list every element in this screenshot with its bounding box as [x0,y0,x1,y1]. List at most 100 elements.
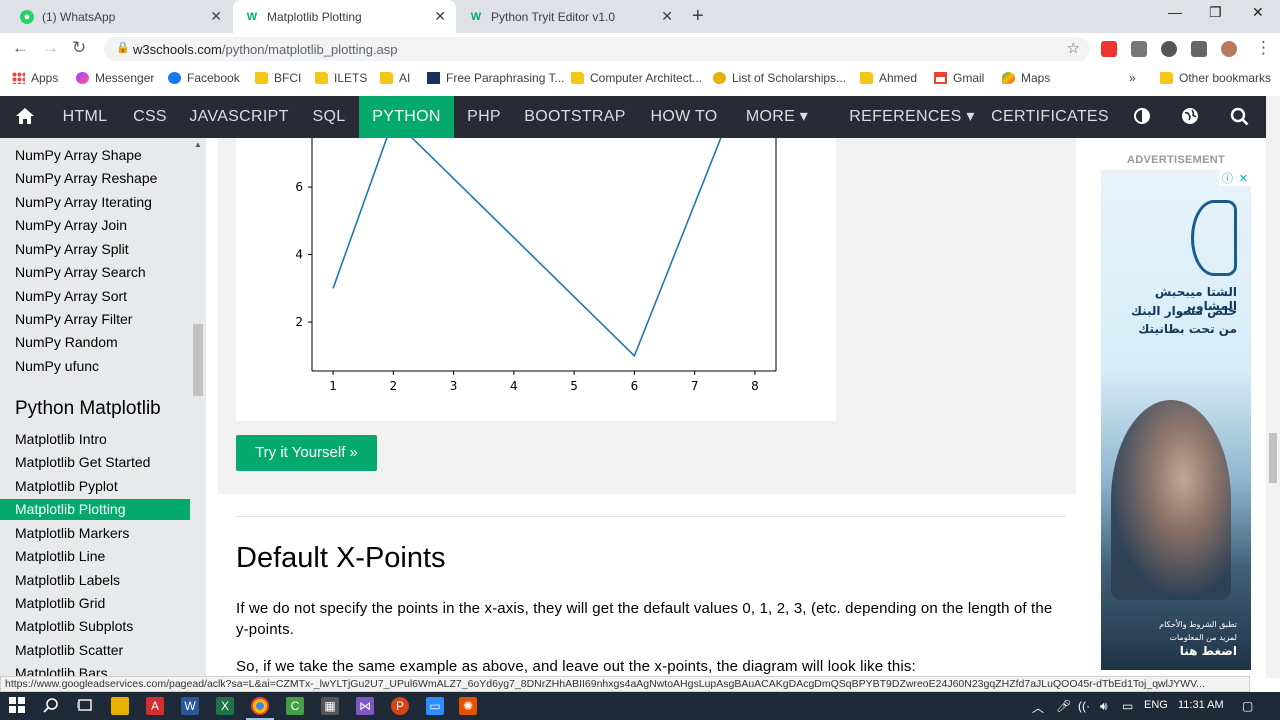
nav-css[interactable]: CSS [122,96,178,138]
bookmark-ilets[interactable]: ILETS [315,71,367,85]
nav-more[interactable]: MORE ▾ [735,96,819,138]
nav-bootstrap[interactable]: BOOTSTRAP [518,96,632,138]
sidebar-item-numpy-array-split[interactable]: NumPy Array Split [0,239,190,260]
close-icon[interactable]: ✕ [210,8,222,25]
bookmarks-overflow-button[interactable]: » [1129,71,1136,85]
close-icon[interactable]: ✕ [1239,172,1248,185]
bookmark-gmail[interactable]: Gmail [934,71,984,85]
nav-python[interactable]: PYTHON [359,96,454,138]
advertisement[interactable]: الشتا ميبحبش المشاوير خلص مشوار البنك من… [1101,170,1251,670]
sidebar-item-numpy-array-filter[interactable]: NumPy Array Filter [0,309,190,330]
sidebar-item-matplotlib-scatter[interactable]: Matplotlib Scatter [0,640,190,661]
notifications-icon[interactable]: ▢ [1242,699,1253,713]
tab-matplotlib-plotting[interactable]: W Matplotlib Plotting ✕ [233,0,456,33]
reload-button[interactable]: ↻ [72,38,86,58]
sidebar-item-numpy-array-search[interactable]: NumPy Array Search [0,262,190,283]
microphone-icon[interactable]: 🎤︎ [1056,699,1071,713]
bookmark-star-icon[interactable]: ☆ [1067,39,1080,57]
bookmark-ai[interactable]: AI [380,71,410,85]
battery-icon[interactable]: ▭ [1122,699,1133,713]
sidebar-item-matplotlib-grid[interactable]: Matplotlib Grid [0,593,190,614]
task-view-icon[interactable] [76,697,94,715]
word-icon[interactable]: W [181,697,199,715]
nav-how-to[interactable]: HOW TO [640,96,728,138]
tab-tryit-editor[interactable]: W Python Tryit Editor v1.0 ✕ [457,0,683,33]
sidebar-scrollbar-thumb[interactable] [193,324,203,396]
sidebar-item-numpy-ufunc[interactable]: NumPy ufunc [0,356,190,377]
visual-studio-icon[interactable]: ⋈ [356,697,374,715]
bookmark-ahmed[interactable]: Ahmed [860,71,917,85]
nav-javascript[interactable]: JAVASCRIPT [182,96,296,138]
download-icon[interactable] [1131,41,1147,57]
bookmark-computer-architecture[interactable]: Computer Architect... [571,71,702,85]
dark-mode-icon[interactable] [1133,107,1151,130]
nav-sql[interactable]: SQL [300,96,358,138]
language-indicator[interactable]: ENG [1144,699,1168,711]
close-icon[interactable]: ✕ [434,8,446,25]
menu-kebab-icon[interactable]: ⋮ [1255,38,1272,58]
search-icon[interactable] [1230,107,1249,131]
file-explorer-icon[interactable] [111,697,129,715]
bookmark-apps[interactable]: Apps [12,71,58,85]
bookmark-maps[interactable]: Maps [1002,71,1050,85]
sidebar-item-matplotlib-pyplot[interactable]: Matplotlib Pyplot [0,476,190,497]
sidebar-item-numpy-array-sort[interactable]: NumPy Array Sort [0,286,190,307]
extension-icon[interactable] [1101,41,1117,57]
globe-icon[interactable] [1181,107,1199,130]
powerpoint-icon[interactable]: P [391,697,409,715]
new-tab-button[interactable]: + [692,5,704,28]
code-editor-icon[interactable]: C [286,697,304,715]
avatar[interactable] [1221,41,1237,57]
sidebar-item-numpy-random[interactable]: NumPy Random [0,332,190,353]
nav-php[interactable]: PHP [457,96,511,138]
sidebar-item-matplotlib-markers[interactable]: Matplotlib Markers [0,523,190,544]
address-bar[interactable]: 🔒 w3schools.com/python/matplotlib_plotti… [104,37,1090,61]
screen-recorder-icon[interactable]: ✺ [459,697,477,715]
other-bookmarks[interactable]: Other bookmarks [1160,71,1271,85]
ad-choices[interactable]: ⓘ ✕ [1219,170,1251,186]
sidebar-item-numpy-array-iterating[interactable]: NumPy Array Iterating [0,192,190,213]
sidebar-item-matplotlib-subplots[interactable]: Matplotlib Subplots [0,616,190,637]
ad-cta[interactable]: اضغط هنا [1180,644,1237,658]
back-button[interactable]: ← [12,38,29,58]
nav-certificates[interactable]: CERTIFICATES [987,96,1113,138]
sidebar-item-numpy-array-reshape[interactable]: NumPy Array Reshape [0,168,190,189]
chrome-icon[interactable] [251,697,269,715]
sidebar-item-matplotlib-get-started[interactable]: Matplotlib Get Started [0,452,190,473]
nav-references[interactable]: REFERENCES ▾ [848,96,976,138]
bookmark-scholarships[interactable]: List of Scholarships... [713,71,846,85]
nav-html[interactable]: HTML [52,96,118,138]
bookmark-paraphrasing[interactable]: Free Paraphrasing T... [427,71,565,85]
network-icon[interactable]: ((· [1078,699,1090,713]
extension-icon[interactable] [1161,41,1177,57]
bookmark-bfci[interactable]: BFCI [255,71,301,85]
search-icon[interactable] [42,697,60,715]
calculator-icon[interactable]: ▦ [321,697,339,715]
excel-icon[interactable]: X [216,697,234,715]
sidebar-item-matplotlib-plotting[interactable]: Matplotlib Plotting [0,499,190,520]
close-icon[interactable]: ✕ [661,8,673,25]
bookmark-messenger[interactable]: Messenger [76,71,154,85]
minimize-button[interactable]: — [1168,4,1182,20]
zoom-icon[interactable]: ▭ [426,697,444,715]
volume-icon[interactable]: 🔊︎ [1100,699,1108,714]
sidebar-scrollbar[interactable]: ▲ [192,138,204,678]
close-window-button[interactable]: ✕ [1252,4,1264,21]
sidebar-item-numpy-array-shape[interactable]: NumPy Array Shape [0,145,190,166]
tray-chevron-icon[interactable]: ︿ [1032,699,1044,716]
pdf-reader-icon[interactable]: A [146,697,164,715]
clock[interactable]: 11:31 AM [1178,699,1224,711]
tab-whatsapp[interactable]: ● (1) WhatsApp ✕ [8,0,232,33]
sidebar-item-numpy-array-join[interactable]: NumPy Array Join [0,215,190,236]
scroll-up-arrow-icon[interactable]: ▲ [194,140,202,149]
windows-start-icon[interactable] [8,697,26,715]
puzzle-icon[interactable] [1191,41,1207,57]
bookmark-facebook[interactable]: Facebook [168,71,240,85]
forward-button[interactable]: → [42,38,59,58]
sidebar-item-matplotlib-line[interactable]: Matplotlib Line [0,546,190,567]
home-icon[interactable] [15,107,35,130]
page-scrollbar-thumb[interactable] [1269,433,1277,483]
page-scrollbar[interactable] [1266,96,1280,678]
maximize-button[interactable]: ❐ [1209,4,1222,21]
info-icon[interactable]: ⓘ [1222,170,1233,186]
